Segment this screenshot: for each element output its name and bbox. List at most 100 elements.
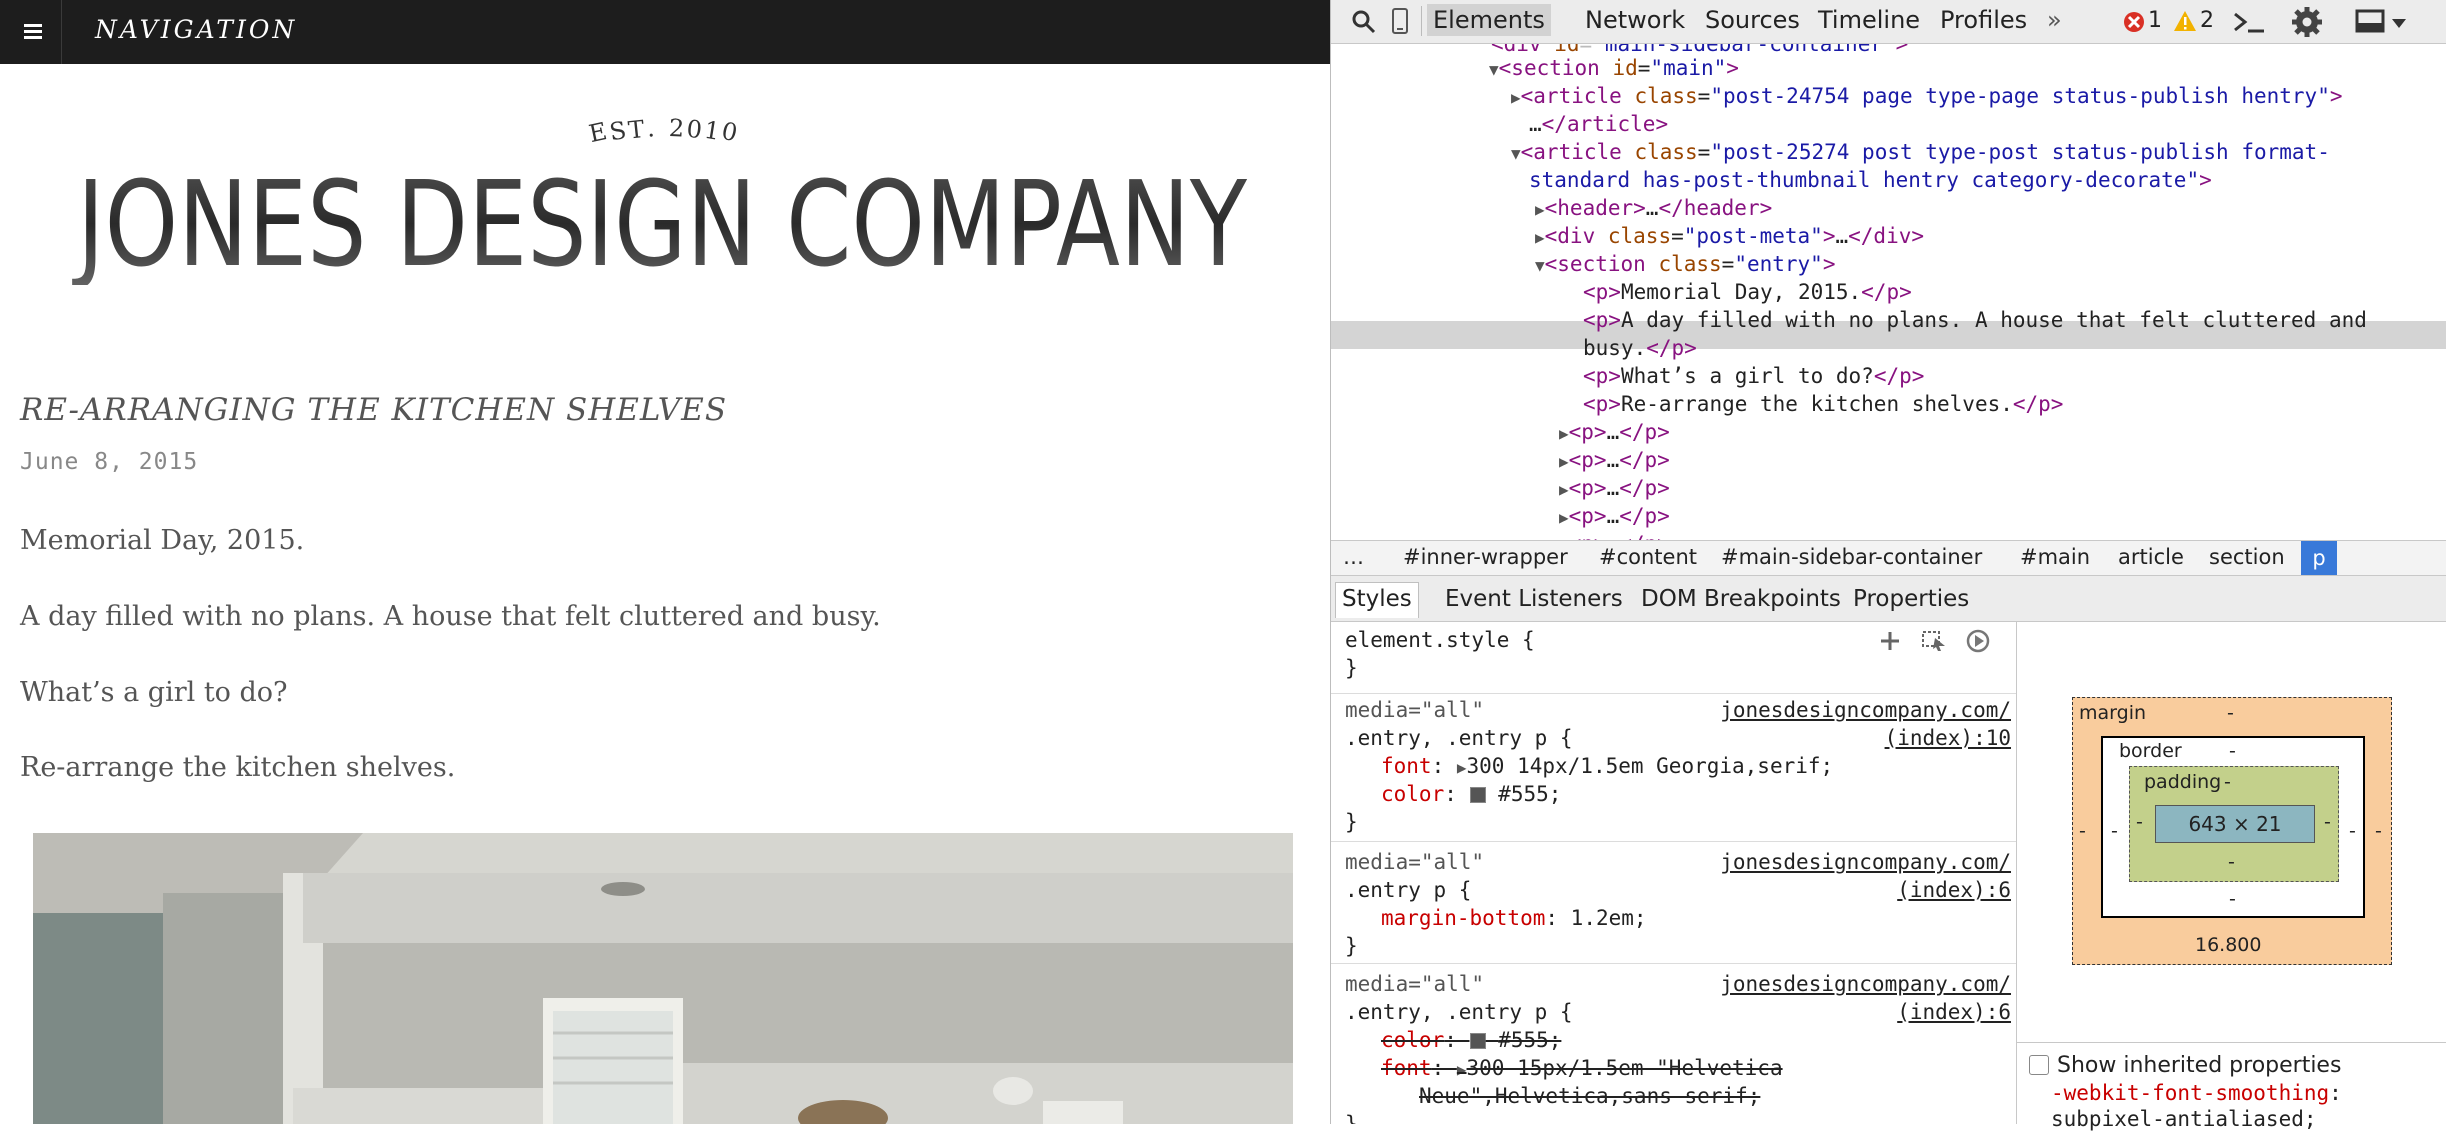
style-property-margin-bottom[interactable]: margin-bottom: 1.2em; bbox=[1381, 904, 1647, 932]
tab-properties[interactable]: Properties bbox=[1853, 586, 1969, 612]
media-query: media="all" bbox=[1345, 850, 1485, 874]
tab-sources[interactable]: Sources bbox=[1705, 6, 1800, 34]
border-top-value[interactable]: - bbox=[2229, 740, 2236, 762]
show-inherited-label[interactable]: Show inherited properties bbox=[2057, 1053, 2341, 1078]
padding-top-value[interactable]: - bbox=[2224, 771, 2231, 793]
padding-right-value[interactable]: - bbox=[2324, 811, 2331, 833]
rule-close: } bbox=[1345, 934, 1358, 958]
color-swatch[interactable] bbox=[1469, 1033, 1486, 1049]
box-model-padding[interactable]: padding - - - - 643 × 21 bbox=[2129, 766, 2339, 882]
dock-dropdown-icon[interactable] bbox=[2391, 18, 2407, 30]
more-tabs-button[interactable]: » bbox=[2047, 6, 2062, 34]
style-property-font[interactable]: font: ▶300 14px/1.5em Georgia,serif; bbox=[1381, 752, 1833, 782]
style-property-color[interactable]: color: #555; bbox=[1381, 780, 1561, 808]
animations-icon[interactable] bbox=[1965, 628, 1991, 654]
style-property-font-overridden[interactable]: font: ▶300 15px/1.5em "Helvetica bbox=[1381, 1054, 1783, 1084]
error-icon[interactable] bbox=[2123, 11, 2145, 33]
dom-node-article-expanded[interactable]: ▼<article class="post-25274 post type-po… bbox=[1511, 138, 2330, 168]
hamburger-menu-button[interactable] bbox=[0, 0, 62, 64]
dom-node-p[interactable]: <p>A day filled with no plans. A house t… bbox=[1583, 306, 2367, 334]
source-line-link[interactable]: (index):6 bbox=[1897, 876, 2011, 904]
crumb-main[interactable]: #main bbox=[2020, 545, 2090, 569]
crumb-p-selected[interactable]: p bbox=[2301, 541, 2337, 575]
logo-established-letter bbox=[658, 113, 669, 141]
color-swatch[interactable] bbox=[1469, 787, 1486, 803]
dom-node-p[interactable]: <p>Re-arrange the kitchen shelves.</p> bbox=[1583, 390, 2063, 418]
dom-node-p-collapsed[interactable]: ▶<p>…</p> bbox=[1559, 446, 1670, 476]
dom-node-p-collapsed[interactable]: ▶<p>…</p> bbox=[1559, 530, 1670, 540]
border-left-value[interactable]: - bbox=[2111, 820, 2118, 842]
toolbar-divider bbox=[1421, 6, 1422, 36]
tab-dom-breakpoints[interactable]: DOM Breakpoints bbox=[1641, 586, 1841, 612]
toggle-state-icon[interactable] bbox=[1921, 630, 1947, 652]
tab-elements[interactable]: Elements bbox=[1427, 4, 1551, 36]
warning-icon[interactable] bbox=[2173, 10, 2197, 32]
source-line-link[interactable]: (index):10 bbox=[1885, 724, 2011, 752]
dom-node-section-entry[interactable]: ▼<section class="entry"> bbox=[1535, 250, 1836, 280]
error-count[interactable]: 1 bbox=[2148, 8, 2162, 33]
padding-left-value[interactable]: - bbox=[2136, 811, 2143, 833]
border-right-value[interactable]: - bbox=[2349, 820, 2356, 842]
crumb-article[interactable]: article bbox=[2118, 545, 2184, 569]
dock-icon[interactable] bbox=[2355, 9, 2385, 35]
tab-profiles[interactable]: Profiles bbox=[1940, 6, 2027, 34]
tab-styles[interactable]: Styles bbox=[1335, 582, 1419, 618]
inherited-property-value[interactable]: subpixel-antialiased; bbox=[2051, 1107, 2317, 1131]
post-title[interactable]: RE-ARRANGING THE KITCHEN SHELVES bbox=[20, 392, 727, 428]
search-icon[interactable] bbox=[1351, 9, 1377, 35]
rule-selector[interactable]: .entry, .entry p { bbox=[1345, 998, 1573, 1026]
style-rule-overridden: media="all" jonesdesigncompany.com/ .ent… bbox=[1331, 964, 2016, 1124]
border-bottom-value[interactable]: - bbox=[2229, 888, 2236, 910]
dom-node-p-selected[interactable]: <p>Memorial Day, 2015.</p> bbox=[1583, 278, 1912, 306]
crumb-ellipsis[interactable]: … bbox=[1343, 545, 1364, 569]
device-mode-icon[interactable] bbox=[1391, 7, 1409, 35]
crumb-main-sidebar-container[interactable]: #main-sidebar-container bbox=[1721, 545, 1982, 569]
box-model-margin[interactable]: margin - - - 16.800 border - - - - paddi… bbox=[2072, 697, 2392, 965]
element-style-selector[interactable]: element.style { bbox=[1345, 626, 1535, 654]
menu-icon bbox=[24, 24, 42, 27]
rule-close: } bbox=[1345, 1112, 1358, 1124]
dom-node-p-collapsed[interactable]: ▶<p>…</p> bbox=[1559, 474, 1670, 504]
show-inherited-checkbox[interactable] bbox=[2029, 1055, 2049, 1075]
inherited-property-name[interactable]: -webkit-font-smoothing: bbox=[2051, 1081, 2342, 1105]
padding-bottom-value[interactable]: - bbox=[2228, 851, 2235, 873]
border-label: border bbox=[2119, 740, 2182, 762]
rule-close: } bbox=[1345, 810, 1358, 834]
crumb-content[interactable]: #content bbox=[1599, 545, 1697, 569]
tab-timeline[interactable]: Timeline bbox=[1818, 6, 1920, 34]
navigation-label[interactable]: NAVIGATION bbox=[95, 15, 297, 44]
logo-established-letter: 0 bbox=[719, 116, 744, 148]
margin-top-value[interactable]: - bbox=[2227, 702, 2234, 724]
style-rule: media="all" jonesdesigncompany.com/ .ent… bbox=[1331, 694, 2016, 842]
crumb-inner-wrapper[interactable]: #inner-wrapper bbox=[1403, 545, 1568, 569]
source-link[interactable]: jonesdesigncompany.com/ bbox=[1720, 970, 2011, 998]
logo-established: EST. 2010 bbox=[580, 113, 750, 148]
dom-node-p-collapsed[interactable]: ▶<p>…</p> bbox=[1559, 418, 1670, 448]
console-drawer-icon[interactable] bbox=[2232, 10, 2266, 34]
source-link[interactable]: jonesdesigncompany.com/ bbox=[1720, 848, 2011, 876]
margin-left-value[interactable]: - bbox=[2079, 820, 2086, 842]
box-model-content-size[interactable]: 643 × 21 bbox=[2155, 805, 2315, 843]
rule-selector[interactable]: .entry p { bbox=[1345, 876, 1471, 904]
gear-icon[interactable] bbox=[2291, 6, 2323, 38]
dom-node-article[interactable]: ▶<article class="post-24754 page type-pa… bbox=[1511, 82, 2343, 112]
rule-selector[interactable]: .entry, .entry p { bbox=[1345, 724, 1573, 752]
tab-event-listeners[interactable]: Event Listeners bbox=[1445, 586, 1623, 612]
crumb-section[interactable]: section bbox=[2209, 545, 2285, 569]
dom-node-header[interactable]: ▶<header>…</header> bbox=[1535, 194, 1772, 224]
add-rule-icon[interactable] bbox=[1879, 630, 1901, 652]
dom-node-section-main[interactable]: ▼<section id="main"> bbox=[1489, 54, 1739, 84]
source-link[interactable]: jonesdesigncompany.com/ bbox=[1720, 696, 2011, 724]
dom-node-p-collapsed[interactable]: ▶<p>…</p> bbox=[1559, 502, 1670, 532]
dom-node-post-meta[interactable]: ▶<div class="post-meta">…</div> bbox=[1535, 222, 1924, 252]
warning-count[interactable]: 2 bbox=[2200, 8, 2214, 33]
margin-bottom-value[interactable]: 16.800 bbox=[2195, 934, 2261, 956]
box-model-border[interactable]: border - - - - padding - - - - 643 × 21 bbox=[2101, 736, 2365, 918]
dom-node-p[interactable]: <p>What’s a girl to do?</p> bbox=[1583, 362, 1924, 390]
source-line-link[interactable]: (index):6 bbox=[1897, 998, 2011, 1026]
site-logo[interactable]: JONES DESIGN COMPANY bbox=[72, 165, 1252, 285]
tab-network[interactable]: Network bbox=[1585, 6, 1685, 34]
style-property-color-overridden[interactable]: color: #555; bbox=[1381, 1026, 1561, 1054]
dom-node-article-close: …</article> bbox=[1529, 112, 1669, 136]
margin-right-value[interactable]: - bbox=[2375, 820, 2382, 842]
